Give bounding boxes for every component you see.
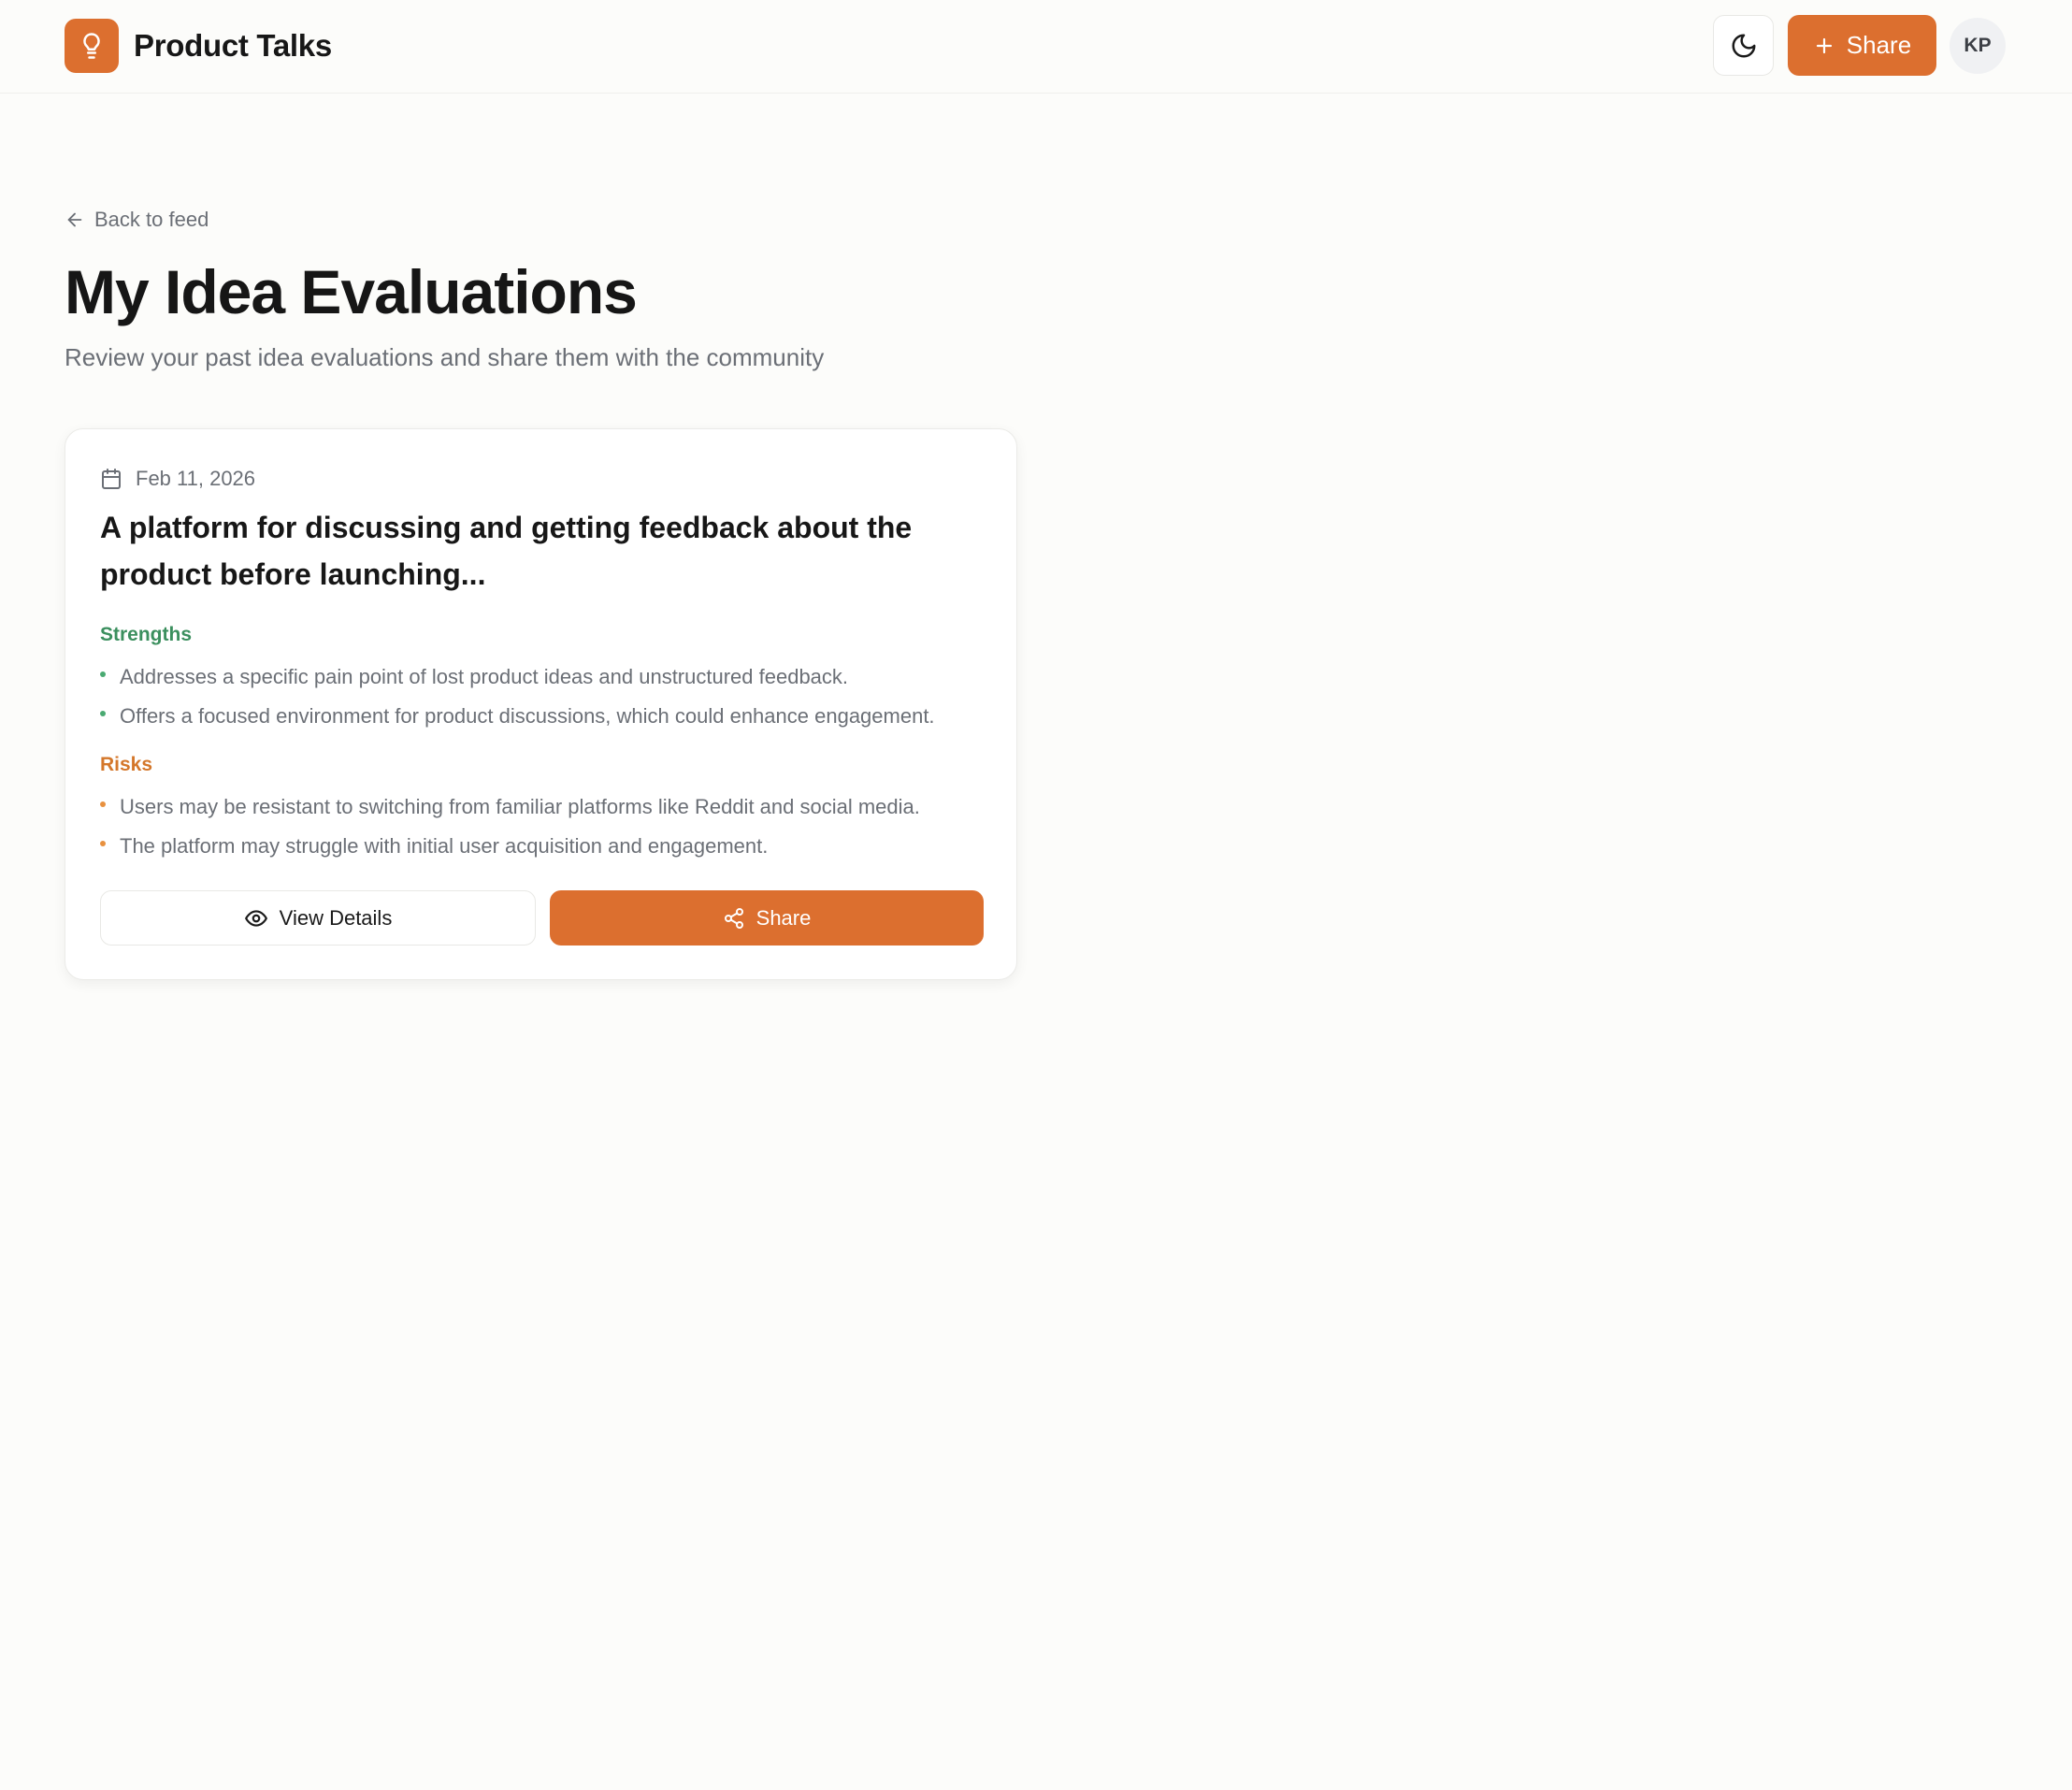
risk-text: The platform may struggle with initial u… [120, 834, 769, 858]
idea-title-line: product before launching... [100, 557, 486, 591]
strength-item: Offers a focused environment for product… [100, 702, 935, 730]
share-idea-button[interactable]: Share [1788, 15, 1936, 76]
strength-text: Addresses a specific pain point of lost … [120, 665, 849, 688]
back-to-feed-link[interactable]: Back to feed [65, 206, 209, 234]
share-icon [724, 907, 743, 929]
date-text: Feb 11, 2026 [136, 467, 256, 490]
bullet-dot [100, 711, 106, 716]
evaluation-card: Feb 11, 2026 A platform for discussing a… [65, 428, 1017, 980]
page-subtitle: Review your past idea evaluations and sh… [65, 343, 825, 371]
plus-icon [1816, 37, 1832, 53]
top-bar: Product Talks Share KP [0, 0, 2072, 94]
strengths-heading: Strengths [100, 624, 193, 645]
bullet-dot [100, 671, 106, 677]
avatar[interactable]: KP [1950, 18, 2006, 74]
share-idea-label: Share [1846, 31, 1912, 59]
bullet-dot [100, 841, 106, 846]
view-details-label: View Details [279, 905, 393, 930]
bullet-dot [100, 801, 106, 807]
idea-title: A platform for discussing and getting fe… [100, 504, 988, 598]
moon-icon [1732, 34, 1755, 57]
brand[interactable]: Product Talks [65, 19, 332, 73]
risks-heading: Risks [100, 754, 153, 775]
strength-item: Addresses a specific pain point of lost … [100, 663, 848, 691]
page-title: My Idea Evaluations [65, 257, 638, 326]
evaluation-date: Feb 11, 2026 [100, 465, 255, 493]
theme-toggle-button[interactable] [1713, 15, 1774, 76]
idea-title-line: A platform for discussing and getting fe… [100, 511, 913, 544]
app-name: Product Talks [134, 28, 332, 63]
eye-icon [244, 909, 267, 927]
share-evaluation-label: Share [755, 905, 812, 930]
share-evaluation-button[interactable]: Share [550, 890, 984, 946]
calendar-icon [102, 469, 121, 489]
back-label: Back to feed [94, 208, 209, 231]
lightbulb-icon [65, 19, 119, 73]
risk-item: The platform may struggle with initial u… [100, 832, 768, 860]
arrow-left-icon [67, 212, 82, 227]
risk-text: Users may be resistant to switching from… [120, 795, 920, 818]
view-details-button[interactable]: View Details [100, 890, 536, 946]
strength-text: Offers a focused environment for product… [120, 704, 935, 728]
risk-item: Users may be resistant to switching from… [100, 793, 920, 821]
